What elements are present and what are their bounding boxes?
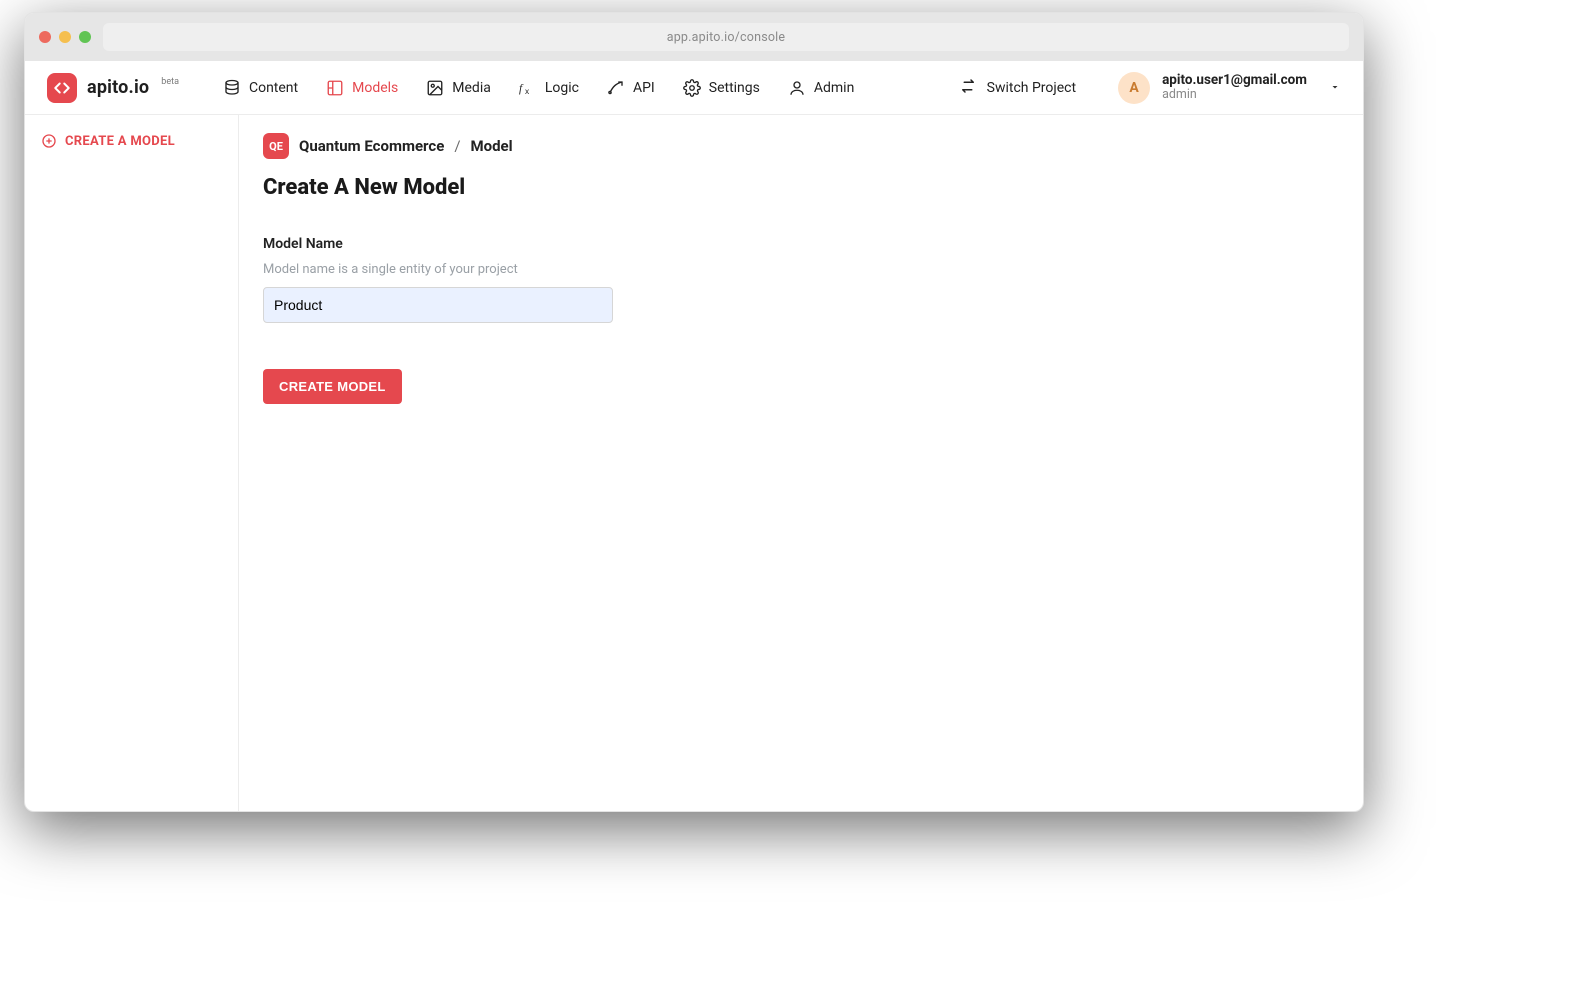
nav-logic[interactable]: fx Logic xyxy=(519,79,579,97)
user-menu[interactable]: A apito.user1@gmail.com admin xyxy=(1118,72,1341,104)
api-icon xyxy=(607,79,625,97)
nav-media-label: Media xyxy=(452,80,491,96)
user-email: apito.user1@gmail.com xyxy=(1162,73,1307,89)
image-icon xyxy=(426,79,444,97)
avatar: A xyxy=(1118,72,1150,104)
user-meta: apito.user1@gmail.com admin xyxy=(1162,73,1307,103)
nav-models[interactable]: Models xyxy=(326,79,398,97)
close-window-icon[interactable] xyxy=(39,31,51,43)
nav-content[interactable]: Content xyxy=(223,79,298,97)
chevron-down-icon xyxy=(1329,78,1341,97)
app-body: CREATE A MODEL QE Quantum Ecommerce / Mo… xyxy=(25,115,1363,811)
breadcrumb-separator: / xyxy=(454,137,460,155)
nav-admin-label: Admin xyxy=(814,80,854,96)
maximize-window-icon[interactable] xyxy=(79,31,91,43)
main-content: QE Quantum Ecommerce / Model Create A Ne… xyxy=(239,115,1363,811)
nav-models-label: Models xyxy=(352,80,398,96)
svg-text:f: f xyxy=(519,82,524,94)
brand[interactable]: apito.io beta xyxy=(47,73,179,103)
breadcrumb: QE Quantum Ecommerce / Model xyxy=(263,133,1339,159)
model-form: Model Name Model name is a single entity… xyxy=(263,236,643,404)
switch-project-label: Switch Project xyxy=(987,80,1076,96)
nav-media[interactable]: Media xyxy=(426,79,491,97)
avatar-initial: A xyxy=(1129,80,1138,96)
brand-beta-badge: beta xyxy=(161,77,179,87)
address-bar-text: app.apito.io/console xyxy=(667,30,786,45)
breadcrumb-model[interactable]: Model xyxy=(471,137,513,155)
sidebar: CREATE A MODEL xyxy=(25,115,239,811)
create-model-button[interactable]: CREATE A MODEL xyxy=(41,133,222,149)
nav-content-label: Content xyxy=(249,80,298,96)
swap-icon xyxy=(959,77,977,99)
nav-api[interactable]: API xyxy=(607,79,655,97)
create-model-submit[interactable]: CREATE MODEL xyxy=(263,369,402,404)
nav-logic-label: Logic xyxy=(545,80,579,96)
database-icon xyxy=(223,79,241,97)
brand-name: apito.io xyxy=(87,77,149,98)
nav-items: Content Models Media fx Logic xyxy=(223,79,854,97)
switch-project[interactable]: Switch Project xyxy=(959,77,1076,99)
breadcrumb-project[interactable]: Quantum Ecommerce xyxy=(299,137,444,155)
create-model-label: CREATE A MODEL xyxy=(65,134,175,149)
model-name-label: Model Name xyxy=(263,236,643,252)
brand-logo-icon xyxy=(47,73,77,103)
nav-admin[interactable]: Admin xyxy=(788,79,854,97)
plus-circle-icon xyxy=(41,133,57,149)
nav-api-label: API xyxy=(633,80,655,96)
nav-settings-label: Settings xyxy=(709,80,760,96)
page-title: Create A New Model xyxy=(263,175,1339,200)
top-nav: apito.io beta Content Models Media xyxy=(25,61,1363,115)
minimize-window-icon[interactable] xyxy=(59,31,71,43)
layout-icon xyxy=(326,79,344,97)
user-icon xyxy=(788,79,806,97)
model-name-input[interactable] xyxy=(263,287,613,323)
gear-icon xyxy=(683,79,701,97)
project-chip: QE xyxy=(263,133,289,159)
nav-settings[interactable]: Settings xyxy=(683,79,760,97)
fx-icon: fx xyxy=(519,79,537,97)
address-bar[interactable]: app.apito.io/console xyxy=(103,23,1349,51)
svg-text:x: x xyxy=(525,87,530,96)
app-window: app.apito.io/console apito.io beta Conte… xyxy=(24,12,1364,812)
model-name-help: Model name is a single entity of your pr… xyxy=(263,262,643,277)
window-controls xyxy=(39,31,91,43)
titlebar: app.apito.io/console xyxy=(25,13,1363,61)
user-role: admin xyxy=(1162,88,1307,102)
